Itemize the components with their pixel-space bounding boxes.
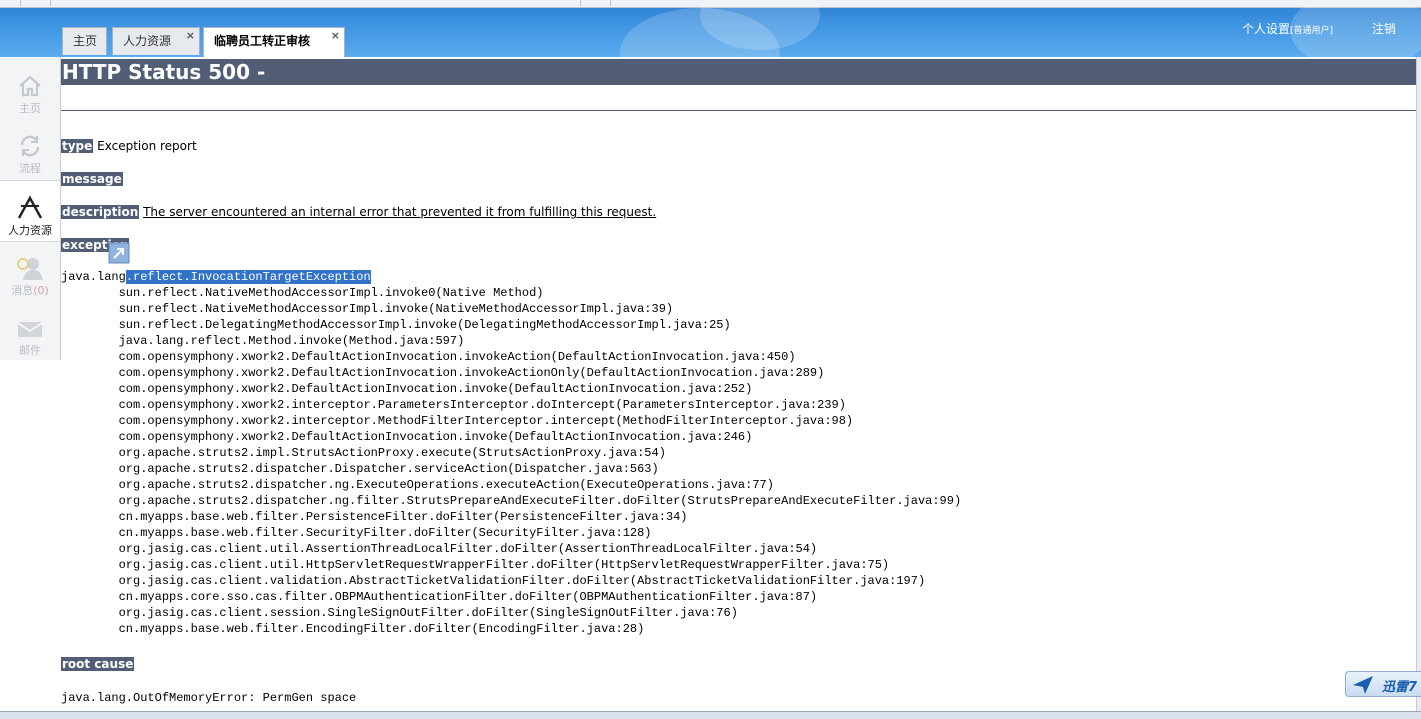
xunlei-label: 迅雷7 <box>1382 680 1418 695</box>
sidebar-item-label: 人力资源 <box>8 224 52 237</box>
root-cause-value: java.lang.OutOfMemoryError: PermGen spac… <box>61 691 357 705</box>
stack-frame: org.jasig.cas.client.session.SingleSignO… <box>118 606 738 620</box>
drag-cursor-icon <box>108 242 130 264</box>
tab-home-label: 主页 <box>73 34 98 48</box>
xunlei-float-button[interactable]: 迅雷7 <box>1345 671 1421 697</box>
sidebar-item-label: 主页 <box>19 102 41 115</box>
scrollbar[interactable] <box>1416 57 1421 712</box>
type-label: type <box>61 139 94 153</box>
exception-prefix: java.lang <box>61 270 126 284</box>
root-cause-label: root cause <box>61 657 135 671</box>
type-value: Exception report <box>97 139 197 153</box>
stack-frame: sun.reflect.NativeMethodAccessorImpl.inv… <box>118 286 544 300</box>
stack-frame: com.opensymphony.xwork2.DefaultActionInv… <box>118 430 753 444</box>
stack-frame: org.apache.struts2.dispatcher.Dispatcher… <box>118 462 659 476</box>
sidebar-item-label: 消息(0) <box>0 282 60 298</box>
stack-frame: java.lang.reflect.Method.invoke(Method.j… <box>118 334 465 348</box>
stack-frame: org.apache.struts2.dispatcher.ng.filter.… <box>118 494 962 508</box>
mail-icon <box>17 322 43 337</box>
stack-lines: sun.reflect.NativeMethodAccessorImpl.inv… <box>61 286 962 636</box>
message-icon <box>17 258 43 280</box>
personal-settings-link[interactable]: 个人设置[普通用户] <box>1242 20 1333 37</box>
personal-settings-label: 个人设置 <box>1242 22 1291 36</box>
message-label: message <box>61 172 123 186</box>
user-type-label: [普通用户] <box>1290 26 1334 36</box>
tab-human-resources[interactable]: 人力资源 × <box>112 27 200 55</box>
tab-human-resources-label: 人力资源 <box>123 34 172 48</box>
close-icon[interactable]: × <box>331 23 340 49</box>
messages-count: (0) <box>33 284 49 297</box>
sidebar: 主页 流程 人力资源 消息(0) 邮件 <box>0 57 61 360</box>
xunlei-bird-icon <box>1353 676 1373 694</box>
exception-selected-text[interactable]: .reflect.InvocationTargetException <box>125 270 371 284</box>
page-title: HTTP Status 500 - <box>61 59 1416 85</box>
message-row: message <box>61 172 123 186</box>
stack-frame: com.opensymphony.xwork2.DefaultActionInv… <box>118 366 825 380</box>
stack-frame: com.opensymphony.xwork2.DefaultActionInv… <box>118 350 796 364</box>
tab-temp-staff-review-label: 临聘员工转正审核 <box>214 34 311 48</box>
stack-frame: org.jasig.cas.client.util.HttpServletReq… <box>118 558 890 572</box>
sidebar-item-mail[interactable]: 邮件 <box>0 301 60 361</box>
tab-home[interactable]: 主页 <box>62 27 107 55</box>
stack-frame: com.opensymphony.xwork2.interceptor.Meth… <box>118 414 854 428</box>
stack-frame: org.apache.struts2.impl.StrutsActionProx… <box>118 446 666 460</box>
sidebar-item-workflow[interactable]: 流程 <box>0 119 60 179</box>
type-row: type Exception report <box>61 139 197 153</box>
hr-icon <box>17 195 43 219</box>
stack-frame: cn.myapps.base.web.filter.PersistenceFil… <box>118 510 688 524</box>
stack-trace: java.lang.reflect.InvocationTargetExcept… <box>61 269 961 637</box>
stack-frame: org.jasig.cas.client.util.AssertionThrea… <box>118 542 818 556</box>
close-icon[interactable]: × <box>186 23 195 49</box>
tab-temp-staff-review[interactable]: 临聘员工转正审核 × <box>203 27 345 57</box>
stack-frame: sun.reflect.DelegatingMethodAccessorImpl… <box>118 318 731 332</box>
sidebar-item-label: 流程 <box>19 162 41 175</box>
description-value: The server encountered an internal error… <box>143 205 657 219</box>
sidebar-item-messages[interactable]: 消息(0) <box>0 241 60 301</box>
stack-frame: cn.myapps.base.web.filter.EncodingFilter… <box>61 622 645 636</box>
divider <box>61 110 1416 111</box>
sidebar-item-home[interactable]: 主页 <box>0 59 60 119</box>
messages-label: 消息 <box>11 284 34 297</box>
stack-frame: org.jasig.cas.client.validation.Abstract… <box>118 574 926 588</box>
stack-frame: com.opensymphony.xwork2.interceptor.Para… <box>118 398 846 412</box>
logout-link[interactable]: 注销 <box>1372 20 1396 37</box>
description-label: description <box>61 205 140 219</box>
home-icon <box>19 75 41 97</box>
sidebar-item-human-resources[interactable]: 人力资源 <box>0 180 60 242</box>
workflow-icon <box>20 135 40 157</box>
stack-frame: cn.myapps.core.sso.cas.filter.OBPMAuthen… <box>118 590 818 604</box>
description-row: description The server encountered an in… <box>61 205 656 219</box>
stack-frame: cn.myapps.base.web.filter.SecurityFilter… <box>118 526 652 540</box>
error-page: HTTP Status 500 - type Exception report … <box>61 57 1416 712</box>
stack-frame: com.opensymphony.xwork2.DefaultActionInv… <box>118 382 753 396</box>
stack-frame: sun.reflect.NativeMethodAccessorImpl.inv… <box>118 302 674 316</box>
root-cause-row: root cause <box>61 657 135 671</box>
stack-frame: org.apache.struts2.dispatcher.ng.Execute… <box>118 478 774 492</box>
sidebar-item-label: 邮件 <box>19 344 41 357</box>
